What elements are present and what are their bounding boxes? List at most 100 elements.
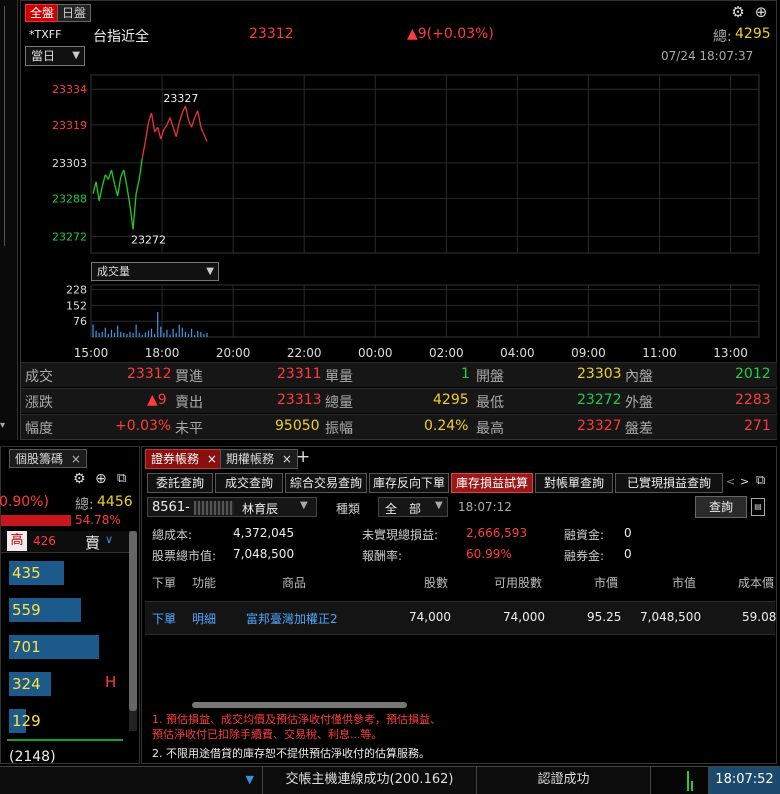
col-function[interactable]: 功能	[192, 574, 216, 591]
type-select[interactable]: 全 部 ▼	[378, 497, 448, 517]
col-cost[interactable]: 成本價	[738, 574, 774, 591]
popout-icon[interactable]: ⧉	[117, 471, 126, 486]
cost-value: 4,372,045	[233, 526, 295, 540]
col-shares[interactable]: 股數	[424, 574, 448, 591]
col-available[interactable]: 可用股數	[494, 574, 542, 591]
value-pct: +0.03%	[115, 418, 172, 434]
query-button[interactable]: 查詢	[695, 496, 747, 518]
price-level-bar: 701	[9, 635, 99, 659]
indicator-select[interactable]: 成交量 ▼	[91, 262, 219, 281]
total-value: 4456	[97, 494, 133, 510]
account-number: 8561-	[152, 500, 190, 515]
quote-datetime: 07/24 18:07:37	[661, 49, 754, 63]
value-total-vol: 4295	[433, 392, 469, 408]
subtab-combined[interactable]: 綜合交易查詢	[285, 473, 367, 493]
close-icon[interactable]: ×	[71, 452, 81, 466]
subtab-reverse-order[interactable]: 庫存反向下單	[369, 473, 449, 493]
row-product[interactable]: 富邦臺灣加權正2	[246, 610, 338, 627]
price-segment	[113, 184, 119, 197]
chevron-right-icon[interactable]: >	[740, 475, 749, 488]
row-detail-link[interactable]: 明細	[192, 610, 216, 627]
time-tick-label: 00:00	[358, 346, 393, 360]
status-bar: ▼ 交帳主機連線成功(200.162) 認證成功 18:07:52	[0, 766, 780, 794]
chevron-down-icon[interactable]: ∨	[105, 533, 113, 546]
popout-icon[interactable]: ⧉	[756, 473, 765, 488]
close-icon[interactable]: ×	[282, 452, 292, 466]
col-market-value[interactable]: 市值	[672, 574, 696, 591]
chevron-left-icon[interactable]: <	[726, 475, 735, 488]
gear-icon[interactable]: ⚙	[73, 471, 86, 487]
left-side-strip: ▾	[0, 0, 18, 440]
auth-status: 認證成功	[476, 767, 650, 794]
price-segment	[104, 174, 109, 180]
label-low: 最低	[476, 395, 504, 411]
price-segment	[92, 181, 97, 194]
col-product[interactable]: 商品	[282, 574, 306, 591]
subtab-pnl-calc[interactable]: 庫存損益試算	[451, 473, 533, 493]
chip-panel: 個股籌碼 × ⚙ ⊕ ⧉ 0.90%) 總: 4456 54.78% 高 426…	[0, 446, 140, 765]
tab-futures-options[interactable]: 期權帳務 ×	[220, 449, 298, 469]
bottom-value: (2148)	[9, 749, 56, 765]
price-segment	[123, 169, 128, 187]
chevron-down-icon: ▼	[206, 266, 214, 277]
roi-label: 報酬率:	[362, 549, 403, 563]
price-segment	[150, 112, 156, 133]
high-annotation: 23327	[163, 92, 198, 105]
account-select[interactable]: 8561- 林育辰 ▼	[147, 497, 317, 517]
chevron-down-icon[interactable]: ▾	[0, 420, 5, 431]
tab-chip[interactable]: 個股籌碼 ×	[9, 449, 87, 468]
type-label: 種類	[336, 502, 361, 516]
tab-securities[interactable]: 證券帳務 ×	[145, 449, 223, 469]
gear-icon[interactable]: ⚙	[729, 3, 747, 21]
volume-grid	[91, 289, 759, 322]
price-level-bar: 324	[9, 672, 51, 696]
subtab-orders[interactable]: 委託查詢	[147, 473, 213, 493]
add-circle-icon[interactable]: ⊕	[752, 3, 770, 21]
scrollbar-thumb[interactable]	[129, 531, 137, 711]
subtab-fills[interactable]: 成交查詢	[215, 473, 283, 493]
price-segment	[107, 169, 113, 180]
status-dropdown[interactable]: ▼	[0, 767, 262, 794]
subtab-realized-pnl[interactable]: 已實現損益查詢	[615, 473, 723, 493]
row-order-link[interactable]: 下單	[152, 610, 176, 627]
value-tick-vol: 1	[461, 366, 470, 382]
add-tab-icon[interactable]: +	[296, 447, 310, 467]
label-high: 最高	[476, 421, 504, 437]
h-scrollbar-thumb[interactable]	[192, 702, 407, 708]
scroll-track[interactable]	[4, 6, 12, 246]
col-price[interactable]: 市價	[594, 574, 618, 591]
col-order[interactable]: 下單	[152, 574, 176, 591]
tab-securities-label: 證券帳務	[151, 452, 200, 466]
row-cost: 59.08	[742, 610, 777, 624]
tab-day-session[interactable]: 日盤	[57, 4, 92, 22]
price-segment	[129, 205, 134, 230]
market-value-label: 股票總市值:	[152, 549, 217, 563]
period-select[interactable]: 當日 ▼	[25, 46, 85, 66]
h-marker: H	[105, 673, 117, 691]
value-high: 23327	[577, 418, 622, 434]
close-icon[interactable]: ×	[207, 452, 217, 466]
period-select-value: 當日	[31, 49, 56, 63]
export-icon[interactable]: ▤	[751, 498, 765, 516]
tab-all-session[interactable]: 全盤	[25, 4, 60, 22]
time-tick-label: 18:00	[145, 346, 180, 360]
price-segment	[203, 134, 208, 142]
row-market-value: 7,048,500	[640, 610, 702, 624]
value-last: 23312	[127, 366, 172, 382]
label-pct: 幅度	[25, 421, 53, 437]
time-tick-label: 09:00	[571, 346, 606, 360]
note-line: 1. 預估損益、成交均價及預估淨收付僅供參考，預估損益、	[152, 713, 441, 726]
cost-label: 總成本:	[152, 528, 193, 542]
indicator-select-value: 成交量	[97, 265, 130, 278]
price-segment	[147, 112, 153, 123]
symbol-name: 台指近全	[93, 29, 149, 45]
add-circle-icon[interactable]: ⊕	[95, 471, 107, 487]
futures-chart-panel: 全盤 日盤 ⚙ ⊕ *TXFF 台指近全 23312 ▲9(+0.03%) 總:…	[20, 0, 777, 440]
quote-row: 幅度 +0.03% 未平 95050 振幅 0.24% 最高 23327 盤差 …	[21, 414, 777, 439]
scrollbar[interactable]	[129, 531, 137, 731]
price-segment	[166, 117, 171, 126]
volume-tick-label: 76	[73, 315, 87, 328]
subtab-statement[interactable]: 對帳單查詢	[535, 473, 613, 493]
masked-account	[194, 501, 234, 515]
volume-bars	[92, 312, 208, 337]
